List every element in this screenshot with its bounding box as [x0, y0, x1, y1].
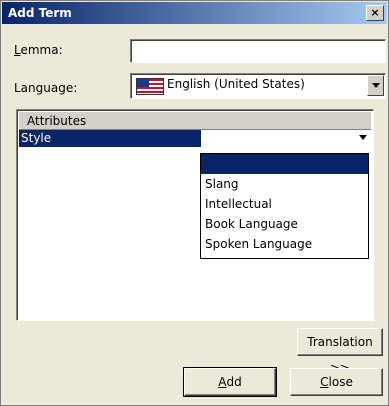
close-window-button[interactable]: ×	[366, 5, 384, 21]
language-selected-value: English (United States)	[167, 77, 305, 91]
attribute-row-style[interactable]: Style	[19, 130, 201, 147]
translation-button[interactable]: Translation >>	[297, 328, 383, 375]
chevron-down-icon	[358, 135, 367, 140]
language-label: Language:	[14, 81, 78, 95]
style-dropdown-list: Slang Intellectual Book Language Spoken …	[200, 153, 369, 259]
style-option-empty[interactable]	[201, 154, 368, 174]
language-dropdown-button[interactable]	[367, 75, 384, 96]
style-option-slang[interactable]: Slang	[201, 174, 368, 194]
close-button[interactable]: Close	[290, 368, 383, 396]
dialog-title: Add Term	[8, 6, 72, 20]
add-button[interactable]: Add	[183, 367, 277, 397]
attributes-header: Attributes	[19, 112, 371, 130]
style-value-combo[interactable]	[201, 130, 370, 147]
add-term-dialog: Add Term × Lemma: Language: English (Uni…	[0, 0, 389, 406]
style-option-spoken-language[interactable]: Spoken Language	[201, 234, 368, 254]
chevron-down-icon	[371, 83, 380, 88]
style-option-book-language[interactable]: Book Language	[201, 214, 368, 234]
title-bar: Add Term ×	[2, 2, 387, 24]
lemma-input[interactable]	[130, 39, 386, 63]
style-dropdown-button[interactable]	[355, 130, 370, 145]
style-option-intellectual[interactable]: Intellectual	[201, 194, 368, 214]
us-flag-icon	[136, 78, 164, 95]
lemma-label: Lemma:	[14, 43, 63, 57]
language-select[interactable]: English (United States)	[130, 73, 386, 99]
